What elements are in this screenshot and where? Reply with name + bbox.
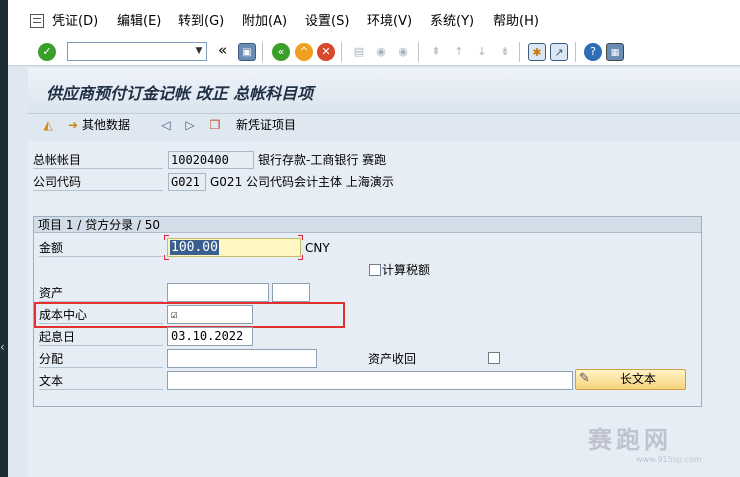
find-icon[interactable]: ◉ xyxy=(372,43,390,61)
cancel-icon[interactable]: ✕ xyxy=(317,43,335,61)
next-item-icon[interactable]: ▷ xyxy=(182,117,198,133)
last-page-icon[interactable]: ⇟ xyxy=(496,43,514,61)
menu-edit[interactable]: 编辑(E) xyxy=(117,12,161,32)
previous-page-icon[interactable]: ↑ xyxy=(450,43,468,61)
left-edge-chevron: ‹ xyxy=(0,340,5,354)
command-dropdown-icon[interactable]: ▼ xyxy=(192,44,206,59)
command-field[interactable] xyxy=(67,42,207,61)
calculate-tax-label: 计算税额 xyxy=(382,263,431,277)
gl-account-label: 总帐帐目 xyxy=(33,151,163,169)
text-input[interactable] xyxy=(167,371,573,390)
value-date-label: 起息日 xyxy=(39,328,163,346)
gl-account-field: 10020400 xyxy=(168,151,254,169)
other-data-button[interactable]: 其他数据 xyxy=(82,117,130,133)
company-code-label: 公司代码 xyxy=(33,173,163,191)
toolbar-separator xyxy=(519,42,520,62)
asset-subnumber-input[interactable] xyxy=(272,283,310,302)
toolbar-separator xyxy=(262,42,263,62)
assignment-input[interactable] xyxy=(167,349,317,368)
toolbar-separator xyxy=(341,42,342,62)
new-document-item-button[interactable]: 新凭证项目 xyxy=(236,117,296,133)
back-icon[interactable]: « xyxy=(272,43,290,61)
shortcut-icon[interactable]: ↗ xyxy=(550,43,568,61)
required-corner xyxy=(164,255,169,260)
amount-field[interactable]: 100.00 xyxy=(167,238,301,257)
calculate-tax-checkbox[interactable] xyxy=(369,264,381,276)
menu-goto[interactable]: 转到(G) xyxy=(178,12,224,32)
asset-retirement-label: 资产收回 xyxy=(368,352,417,366)
enter-check-icon[interactable]: ✓ xyxy=(38,43,56,61)
previous-item-icon[interactable]: ◁ xyxy=(158,117,174,133)
first-page-icon[interactable]: ⇞ xyxy=(427,43,445,61)
asset-label: 资产 xyxy=(39,284,163,302)
collapse-command-icon[interactable]: « xyxy=(218,41,227,59)
long-text-label: 长文本 xyxy=(620,372,657,386)
help-icon[interactable]: ? xyxy=(584,43,602,61)
currency-label: CNY xyxy=(305,241,330,255)
watermark-logo: 赛跑网 www.915sp.com xyxy=(588,420,738,474)
watermark-url: www.915sp.com xyxy=(636,455,702,464)
edit-pencil-icon: ✎ xyxy=(579,371,590,386)
print-icon[interactable]: ▤ xyxy=(350,43,368,61)
copy-item-icon[interactable]: ❐ xyxy=(207,117,223,133)
asset-input[interactable] xyxy=(167,283,269,302)
layout-menu-icon[interactable]: ▦ xyxy=(606,43,624,61)
company-code-description: G021 公司代码会计主体 上海演示 xyxy=(210,175,394,189)
new-session-icon[interactable]: ✱ xyxy=(528,43,546,61)
menu-environment[interactable]: 环境(V) xyxy=(367,12,412,32)
overview-icon[interactable]: ◭ xyxy=(40,117,56,133)
amount-value: 100.00 xyxy=(170,240,219,255)
menu-system[interactable]: 系统(Y) xyxy=(430,12,474,32)
assignment-label: 分配 xyxy=(39,350,163,368)
text-label: 文本 xyxy=(39,372,163,390)
next-page-icon[interactable]: ↓ xyxy=(473,43,491,61)
required-corner xyxy=(298,255,303,260)
company-code-field: G021 xyxy=(168,173,206,191)
watermark-text: 赛跑网 xyxy=(588,425,672,454)
amount-label: 金额 xyxy=(39,239,163,257)
left-window-edge xyxy=(0,0,8,477)
gl-account-description: 银行存款-工商银行 赛跑 xyxy=(258,153,387,167)
menu-app-icon[interactable] xyxy=(30,14,44,28)
find-next-icon[interactable]: ◉ xyxy=(394,43,412,61)
exit-icon[interactable]: ^ xyxy=(295,43,313,61)
cost-center-highlight xyxy=(34,302,345,328)
menu-extras[interactable]: 附加(A) xyxy=(242,12,287,32)
item-frame-title: 项目 1 / 贷方分录 / 50 xyxy=(34,217,701,233)
toolbar-separator xyxy=(418,42,419,62)
menu-document[interactable]: 凭证(D) xyxy=(52,12,98,32)
asset-retirement-checkbox[interactable] xyxy=(488,352,500,364)
page-title: 供应商预付订金记帐 改正 总帐科目项 xyxy=(46,84,314,103)
value-date-input[interactable]: 03.10.2022 xyxy=(167,327,253,346)
menu-settings[interactable]: 设置(S) xyxy=(305,12,349,32)
application-toolbar xyxy=(28,114,740,140)
toolbar-separator xyxy=(575,42,576,62)
save-icon[interactable]: ▣ xyxy=(238,43,256,61)
other-data-icon[interactable]: ➜ xyxy=(65,117,81,133)
required-corner xyxy=(164,235,169,240)
required-corner xyxy=(298,235,303,240)
menu-help[interactable]: 帮助(H) xyxy=(493,12,539,32)
